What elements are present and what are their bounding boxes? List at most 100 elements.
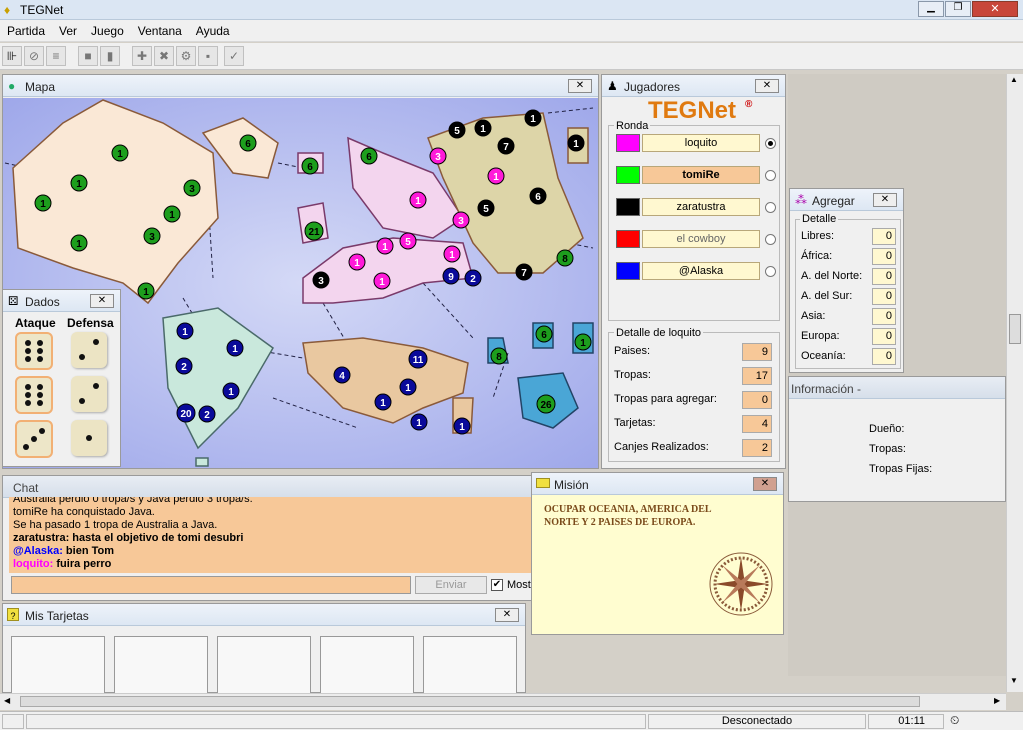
- card-slot[interactable]: [423, 636, 517, 696]
- detail-value-tarjetas: 4: [742, 415, 772, 433]
- disconnect-icon[interactable]: ⊘: [24, 46, 44, 66]
- globe-icon: ●: [8, 79, 16, 93]
- card-slot[interactable]: [11, 636, 105, 696]
- add-troops-icon[interactable]: ✚: [132, 46, 152, 66]
- chat-line: zaratustra: hasta el objetivo de tomi de…: [13, 532, 244, 544]
- minimize-button[interactable]: ▁: [918, 1, 944, 17]
- attack-die-2: [15, 376, 53, 414]
- svg-text:1: 1: [228, 387, 234, 398]
- dice-window: ⚄ Dados ✕ Ataque Defensa: [2, 289, 121, 467]
- player-radio[interactable]: [765, 170, 776, 181]
- svg-text:6: 6: [245, 139, 251, 150]
- cards-window: ? Mis Tarjetas ✕: [2, 603, 526, 696]
- player-row[interactable]: zaratustra: [616, 198, 776, 218]
- players-icon: ♟: [607, 79, 618, 93]
- detail-label-tropas: Tropas:: [614, 369, 651, 381]
- detail-value-paises: 9: [742, 343, 772, 361]
- svg-text:3: 3: [149, 232, 155, 243]
- cards-icon: ?: [7, 608, 19, 621]
- svg-text:1: 1: [232, 344, 238, 355]
- cards-titlebar: ? Mis Tarjetas ✕: [3, 604, 525, 626]
- svg-text:3: 3: [435, 152, 441, 163]
- agregar-value-oceania: 0: [872, 348, 896, 365]
- chat-titlebar: Chat: [3, 476, 531, 498]
- regroup-icon[interactable]: ⚙: [176, 46, 196, 66]
- agregar-value-asia: 0: [872, 308, 896, 325]
- end-turn-icon[interactable]: ✓: [224, 46, 244, 66]
- menu-ayuda[interactable]: Ayuda: [189, 20, 237, 38]
- ronda-label: Ronda: [614, 120, 651, 132]
- player-name: loquito: [642, 134, 760, 152]
- detail-label-paises: Paises:: [614, 345, 651, 357]
- send-button[interactable]: Enviar: [415, 576, 487, 594]
- connect-icon[interactable]: ⊪: [2, 46, 22, 66]
- svg-text:26: 26: [540, 400, 552, 411]
- card-slot[interactable]: [320, 636, 414, 696]
- player-name: tomiRe: [642, 166, 760, 184]
- svg-text:5: 5: [454, 126, 460, 137]
- card-icon[interactable]: ▪: [198, 46, 218, 66]
- svg-text:1: 1: [530, 114, 536, 125]
- player-row[interactable]: @Alaska: [616, 262, 776, 282]
- horizontal-scrollbar[interactable]: ◀ ▶: [0, 693, 1006, 710]
- player-row[interactable]: el cowboy: [616, 230, 776, 250]
- game-clock: 01:11: [868, 714, 944, 729]
- restore-button[interactable]: ❐: [945, 1, 971, 17]
- menu-juego[interactable]: Juego: [84, 20, 131, 38]
- agregar-close-button[interactable]: ✕: [873, 193, 897, 207]
- player-row[interactable]: tomiRe: [616, 166, 776, 186]
- player-color-swatch: [616, 134, 640, 152]
- svg-text:11: 11: [413, 355, 424, 366]
- svg-text:1: 1: [382, 242, 388, 253]
- card-slot[interactable]: [217, 636, 311, 696]
- svg-text:6: 6: [541, 330, 547, 341]
- start-icon[interactable]: ■: [78, 46, 98, 66]
- chat-line: loquito: fuira perro: [13, 558, 112, 570]
- svg-text:1: 1: [117, 149, 123, 160]
- player-name: zaratustra: [642, 198, 760, 216]
- svg-text:5: 5: [483, 204, 489, 215]
- map-titlebar: ● Mapa ✕: [3, 75, 598, 97]
- player-radio[interactable]: [765, 202, 776, 213]
- dice-close-button[interactable]: ✕: [90, 294, 114, 308]
- menubar: Partida Ver Juego Ventana Ayuda: [0, 20, 1023, 42]
- player-name: @Alaska: [642, 262, 760, 280]
- svg-text:5: 5: [405, 237, 411, 248]
- card-slot[interactable]: [114, 636, 208, 696]
- svg-text:1: 1: [405, 383, 411, 394]
- agregar-value-sur: 0: [872, 288, 896, 305]
- pause-icon[interactable]: ▮: [100, 46, 120, 66]
- show-checkbox[interactable]: ✔: [491, 579, 503, 591]
- menu-partida[interactable]: Partida: [0, 20, 52, 38]
- chat-input[interactable]: [11, 576, 411, 594]
- svg-text:1: 1: [354, 258, 360, 269]
- players-close-button[interactable]: ✕: [755, 79, 779, 93]
- show-label: Most: [507, 579, 531, 591]
- player-row[interactable]: loquito: [616, 134, 776, 154]
- app-titlebar: ♦ TEGNet ▁ ❐ ✕: [0, 0, 1023, 20]
- list-icon[interactable]: ≡: [46, 46, 66, 66]
- svg-text:4: 4: [339, 371, 345, 382]
- cards-close-button[interactable]: ✕: [495, 608, 519, 622]
- close-app-button[interactable]: ✕: [972, 1, 1018, 17]
- ronda-group: [608, 125, 780, 321]
- vertical-scrollbar[interactable]: ▲ ▼: [1006, 74, 1023, 692]
- map-close-button[interactable]: ✕: [568, 79, 592, 93]
- mission-close-button[interactable]: ✕: [753, 477, 777, 491]
- svg-text:2: 2: [204, 410, 210, 421]
- detail-label-tropas-agregar: Tropas para agregar:: [614, 393, 717, 405]
- detail-value-canjes: 2: [742, 439, 772, 457]
- player-radio[interactable]: [765, 138, 776, 149]
- player-radio[interactable]: [765, 266, 776, 277]
- svg-text:2: 2: [181, 362, 187, 373]
- menu-ver[interactable]: Ver: [52, 20, 84, 38]
- tegnet-logo: TEGNet: [648, 97, 737, 124]
- agregar-label-europa: Europa:: [801, 330, 840, 342]
- attack-icon[interactable]: ✖: [154, 46, 174, 66]
- svg-text:1: 1: [573, 139, 579, 150]
- player-color-swatch: [616, 166, 640, 184]
- menu-ventana[interactable]: Ventana: [131, 20, 189, 38]
- svg-text:1: 1: [380, 398, 386, 409]
- player-radio[interactable]: [765, 234, 776, 245]
- detail-label-canjes: Canjes Realizados:: [614, 441, 709, 453]
